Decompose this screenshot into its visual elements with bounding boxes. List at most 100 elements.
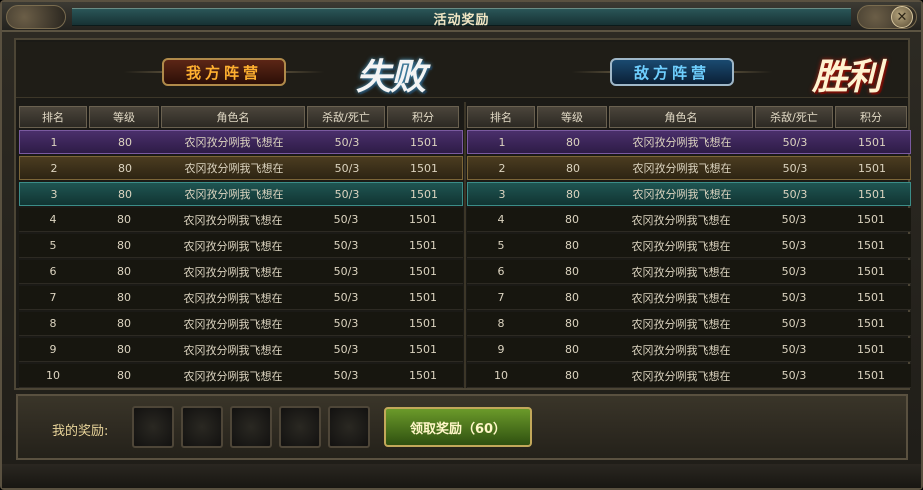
reward-slot-5[interactable]: [328, 406, 370, 448]
window-title: 活动奖励: [433, 13, 490, 28]
table-row[interactable]: 5 80 农冈孜分咧我飞想在 50/3 1501: [467, 234, 911, 258]
cell-name: 农冈孜分咧我飞想在: [183, 369, 283, 383]
table-row[interactable]: 8 80 农冈孜分咧我飞想在 50/3 1501: [19, 312, 463, 336]
cell-score: 1501: [409, 213, 437, 226]
table-row[interactable]: 4 80 农冈孜分咧我飞想在 50/3 1501: [467, 208, 911, 232]
table-row[interactable]: 6 80 农冈孜分咧我飞想在 50/3 1501: [467, 260, 911, 284]
our-camp-result: 失败: [356, 57, 426, 98]
cell-score: 1501: [857, 291, 885, 304]
close-button[interactable]: ✕: [891, 6, 913, 28]
table-row[interactable]: 4 80 农冈孜分咧我飞想在 50/3 1501: [19, 208, 463, 232]
cell-score: 1501: [409, 291, 437, 304]
cell-score: 1501: [858, 161, 886, 175]
cell-name: 农冈孜分咧我飞想在: [184, 162, 284, 175]
cell-level: 80: [117, 213, 131, 226]
cell-kills: 50/3: [781, 213, 807, 226]
cell-name: 农冈孜分咧我飞想在: [183, 239, 283, 253]
cell-score: 1501: [409, 369, 437, 382]
table-row[interactable]: 7 80 农冈孜分咧我飞想在 50/3 1501: [19, 286, 463, 310]
cell-score: 1501: [857, 265, 885, 278]
table-row[interactable]: 10 80 农冈孜分咧我飞想在 50/3 1501: [19, 364, 463, 388]
cell-level: 80: [117, 317, 131, 330]
reward-slot-3[interactable]: [230, 406, 272, 448]
cell-name: 农冈孜分咧我飞想在: [631, 213, 731, 227]
cell-level: 80: [117, 369, 131, 382]
reward-window: 活动奖励 ✕ 我方阵营 失败 敌方阵营 胜利 排名 等级 角色名 杀敌/死亡 积…: [0, 0, 923, 490]
col-rank: 排名: [467, 106, 535, 128]
table-row[interactable]: 5 80 农冈孜分咧我飞想在 50/3 1501: [19, 234, 463, 258]
cell-rank: 1: [498, 135, 506, 149]
cell-rank: 3: [50, 187, 58, 201]
cell-score: 1501: [410, 187, 438, 201]
table-row[interactable]: 1 80 农冈孜分咧我飞想在 50/3 1501: [19, 130, 463, 154]
cell-score: 1501: [409, 265, 437, 278]
enemy-camp-result: 胜利: [812, 57, 882, 98]
cell-level: 80: [117, 265, 131, 278]
our-camp-banner: 我方阵营: [124, 54, 324, 90]
cell-score: 1501: [857, 213, 885, 226]
reward-slot-2[interactable]: [181, 406, 223, 448]
col-score: 积分: [835, 106, 907, 128]
table-divider: [464, 102, 466, 388]
cell-name: 农冈孜分咧我飞想在: [183, 291, 283, 305]
bottom-frame: [2, 464, 921, 488]
table-header: 排名 等级 角色名 杀敌/死亡 积分: [19, 106, 463, 128]
cell-score: 1501: [410, 135, 438, 149]
cell-kills: 50/3: [781, 343, 807, 356]
table-row[interactable]: 2 80 农冈孜分咧我飞想在 50/3 1501: [19, 156, 463, 180]
claim-reward-button[interactable]: 领取奖励（60）: [384, 407, 532, 447]
cell-name: 农冈孜分咧我飞想在: [632, 162, 732, 175]
cell-level: 80: [117, 291, 131, 304]
cell-kills: 50/3: [333, 317, 359, 330]
table-row[interactable]: 8 80 农冈孜分咧我飞想在 50/3 1501: [467, 312, 911, 336]
enemy-camp-banner: 敌方阵营: [572, 54, 772, 90]
cell-rank: 6: [49, 265, 57, 278]
col-name: 角色名: [609, 106, 753, 128]
col-rank: 排名: [19, 106, 87, 128]
table-row[interactable]: 10 80 农冈孜分咧我飞想在 50/3 1501: [467, 364, 911, 388]
title-bar: 活动奖励 ✕: [2, 2, 921, 32]
cell-name: 农冈孜分咧我飞想在: [183, 317, 283, 331]
col-level: 等级: [89, 106, 159, 128]
cell-kills: 50/3: [782, 135, 808, 149]
our-camp-label: 我方阵营: [162, 58, 286, 86]
cell-name: 农冈孜分咧我飞想在: [631, 239, 731, 253]
table-row[interactable]: 3 80 农冈孜分咧我飞想在 50/3 1501: [19, 182, 463, 206]
col-kills: 杀敌/死亡: [755, 106, 833, 128]
cell-level: 80: [565, 239, 579, 252]
cell-rank: 8: [49, 317, 57, 330]
cell-score: 1501: [857, 239, 885, 252]
table-row[interactable]: 6 80 农冈孜分咧我飞想在 50/3 1501: [19, 260, 463, 284]
cell-rank: 5: [497, 239, 505, 252]
cell-level: 80: [118, 187, 132, 201]
cell-level: 80: [566, 135, 580, 149]
cell-kills: 50/3: [781, 265, 807, 278]
reward-slot-1[interactable]: [132, 406, 174, 448]
cell-rank: 4: [497, 213, 505, 226]
cell-name: 农冈孜分咧我飞想在: [631, 291, 731, 305]
cell-rank: 5: [49, 239, 57, 252]
enemy-camp-label: 敌方阵营: [610, 58, 734, 86]
table-row[interactable]: 9 80 农冈孜分咧我飞想在 50/3 1501: [19, 338, 463, 362]
cell-rank: 7: [497, 291, 505, 304]
cell-name: 农冈孜分咧我飞想在: [631, 317, 731, 331]
cell-name: 农冈孜分咧我飞想在: [183, 265, 283, 279]
cell-kills: 50/3: [781, 291, 807, 304]
table-row[interactable]: 7 80 农冈孜分咧我飞想在 50/3 1501: [467, 286, 911, 310]
cell-name: 农冈孜分咧我飞想在: [631, 369, 731, 383]
cell-score: 1501: [410, 161, 438, 175]
table-row[interactable]: 3 80 农冈孜分咧我飞想在 50/3 1501: [467, 182, 911, 206]
cell-name: 农冈孜分咧我飞想在: [632, 188, 732, 201]
reward-slot-4[interactable]: [279, 406, 321, 448]
table-row[interactable]: 2 80 农冈孜分咧我飞想在 50/3 1501: [467, 156, 911, 180]
table-row[interactable]: 1 80 农冈孜分咧我飞想在 50/3 1501: [467, 130, 911, 154]
cell-name: 农冈孜分咧我飞想在: [184, 136, 284, 149]
close-icon: ✕: [896, 9, 908, 25]
cell-level: 80: [565, 291, 579, 304]
cell-rank: 2: [50, 161, 58, 175]
cell-kills: 50/3: [781, 239, 807, 252]
col-kills: 杀敌/死亡: [307, 106, 385, 128]
table-row[interactable]: 9 80 农冈孜分咧我飞想在 50/3 1501: [467, 338, 911, 362]
cell-level: 80: [565, 317, 579, 330]
cell-name: 农冈孜分咧我飞想在: [184, 188, 284, 201]
